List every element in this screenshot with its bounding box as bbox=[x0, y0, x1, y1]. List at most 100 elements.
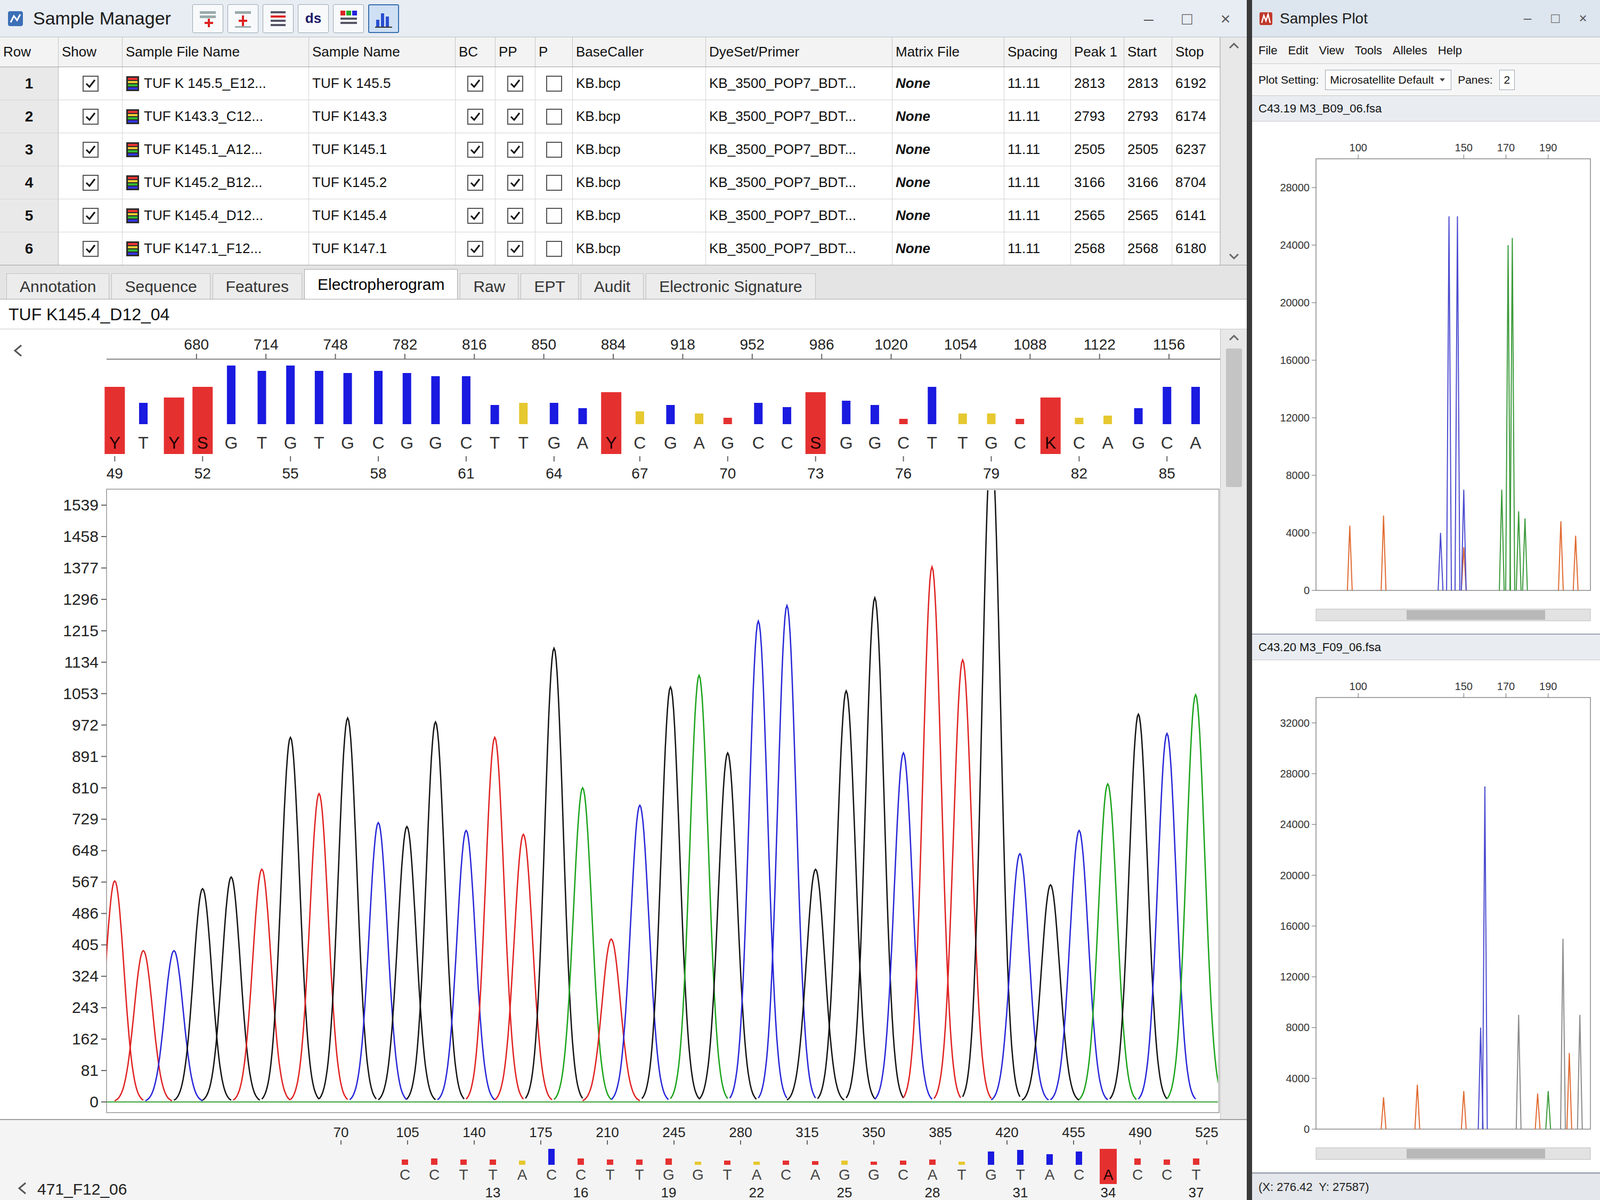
scroll-up-icon[interactable] bbox=[1227, 41, 1241, 51]
table-row[interactable]: 2TUF K143.3_C12...TUF K143.3KB.bcpKB_350… bbox=[0, 100, 1221, 134]
column-header[interactable]: Row bbox=[0, 37, 59, 67]
allele-peak bbox=[1558, 521, 1564, 591]
tab[interactable]: Electropherogram bbox=[304, 269, 458, 299]
window-control[interactable]: × bbox=[1210, 5, 1241, 32]
chart-scrollbar[interactable] bbox=[1220, 329, 1247, 1119]
checkbox[interactable] bbox=[507, 75, 524, 92]
plot-scrollbar[interactable] bbox=[1316, 1147, 1591, 1160]
checkbox[interactable] bbox=[467, 141, 484, 158]
rfu-tick: 16000 bbox=[1279, 354, 1310, 367]
window-control[interactable]: □ bbox=[1544, 7, 1566, 29]
table-row[interactable]: 3TUF K145.1_A12...TUF K145.1KB.bcpKB_350… bbox=[0, 133, 1221, 167]
table-row[interactable]: 4TUF K145.2_B12...TUF K145.2KB.bcpKB_350… bbox=[0, 166, 1221, 200]
tab[interactable]: Sequence bbox=[111, 273, 210, 299]
toolbar-button[interactable] bbox=[262, 4, 294, 34]
checkbox[interactable] bbox=[467, 108, 484, 125]
allele-peak bbox=[1347, 525, 1353, 591]
column-header[interactable]: Stop bbox=[1172, 37, 1221, 67]
scroll-up-icon[interactable] bbox=[1227, 333, 1241, 343]
toolbar-button[interactable] bbox=[227, 4, 259, 34]
plot-chart[interactable]: 1001501701902800024000200001600012000800… bbox=[1252, 121, 1600, 634]
tab[interactable]: Audit bbox=[580, 273, 644, 299]
menu-item[interactable]: Alleles bbox=[1392, 41, 1428, 60]
column-header[interactable]: PP bbox=[495, 37, 536, 67]
toolbar-button[interactable]: ds bbox=[297, 4, 329, 34]
table-scrollbar[interactable] bbox=[1220, 37, 1247, 265]
table-row[interactable]: 1TUF K 145.5_E12...TUF K 145.5KB.bcpKB_3… bbox=[0, 67, 1221, 101]
checkbox[interactable] bbox=[82, 207, 99, 224]
checkbox[interactable] bbox=[546, 207, 563, 224]
quality-bar bbox=[927, 386, 937, 425]
checkbox[interactable] bbox=[507, 240, 524, 257]
column-header[interactable]: Peak 1 bbox=[1070, 37, 1125, 67]
scan-tick: 850 bbox=[531, 336, 557, 353]
checkbox[interactable] bbox=[467, 207, 484, 224]
scroll-thumb[interactable] bbox=[1406, 1148, 1546, 1159]
checkbox[interactable] bbox=[467, 240, 484, 257]
tab[interactable]: Electronic Signature bbox=[645, 273, 816, 299]
tab[interactable]: Features bbox=[212, 273, 303, 299]
window-control[interactable]: – bbox=[1516, 7, 1539, 29]
scroll-thumb[interactable] bbox=[1406, 610, 1546, 620]
column-header[interactable]: Sample File Name bbox=[122, 37, 310, 67]
checkbox[interactable] bbox=[467, 75, 484, 92]
toolbar-button[interactable] bbox=[368, 4, 400, 34]
checkbox[interactable] bbox=[82, 141, 99, 158]
checkbox[interactable] bbox=[507, 141, 524, 158]
menu-item[interactable]: File bbox=[1258, 41, 1278, 60]
checkbox[interactable] bbox=[546, 141, 563, 158]
checkbox[interactable] bbox=[507, 174, 524, 191]
column-header[interactable]: P bbox=[535, 37, 573, 67]
window-control[interactable]: – bbox=[1133, 5, 1164, 32]
plot-scrollbar[interactable] bbox=[1316, 608, 1591, 621]
column-header[interactable]: BaseCaller bbox=[572, 37, 706, 67]
row-number[interactable]: 1 bbox=[0, 67, 59, 100]
window-control[interactable]: □ bbox=[1172, 5, 1202, 32]
toolbar-button[interactable] bbox=[192, 4, 224, 34]
checkbox[interactable] bbox=[546, 108, 563, 125]
tab[interactable]: Raw bbox=[459, 273, 519, 299]
row-number[interactable]: 3 bbox=[0, 133, 59, 166]
toolbar-button[interactable] bbox=[333, 4, 364, 34]
checkbox[interactable] bbox=[82, 75, 99, 92]
menu-item[interactable]: Help bbox=[1438, 41, 1463, 60]
scroll-left-icon[interactable] bbox=[19, 1182, 26, 1194]
column-header[interactable]: Show bbox=[58, 37, 123, 67]
scroll-left-icon[interactable] bbox=[14, 345, 22, 356]
checkbox[interactable] bbox=[546, 174, 563, 191]
checkbox[interactable] bbox=[546, 240, 563, 257]
column-header[interactable]: DyeSet/Primer bbox=[705, 37, 893, 67]
column-header[interactable]: Start bbox=[1124, 37, 1173, 67]
row-number[interactable]: 5 bbox=[0, 199, 59, 232]
plot-setting-dropdown[interactable]: Microsatellite Default bbox=[1325, 69, 1452, 91]
lower-trace-chart[interactable]: 471_F12_06701051401752102452803153503854… bbox=[0, 1119, 1247, 1200]
checkbox[interactable] bbox=[546, 75, 563, 92]
checkbox[interactable] bbox=[82, 174, 99, 191]
panes-field[interactable]: 2 bbox=[1499, 69, 1516, 91]
plot-chart[interactable]: 1001501701903200028000240002000016000120… bbox=[1252, 660, 1600, 1173]
menu-item[interactable]: View bbox=[1318, 41, 1344, 60]
checkbox[interactable] bbox=[507, 108, 524, 125]
column-header[interactable]: Matrix File bbox=[892, 37, 1005, 67]
table-row[interactable]: 6TUF K147.1_F12...TUF K147.1KB.bcpKB_350… bbox=[0, 232, 1221, 265]
menu-item[interactable]: Tools bbox=[1354, 41, 1383, 60]
tab[interactable]: EPT bbox=[520, 273, 579, 299]
scroll-down-icon[interactable] bbox=[1227, 252, 1241, 261]
row-number[interactable]: 6 bbox=[0, 232, 59, 265]
scroll-thumb[interactable] bbox=[1225, 348, 1242, 487]
column-header[interactable]: Spacing bbox=[1004, 37, 1071, 67]
row-number[interactable]: 2 bbox=[0, 100, 59, 133]
menu-item[interactable]: Edit bbox=[1287, 41, 1309, 60]
row-number[interactable]: 4 bbox=[0, 166, 59, 199]
electropherogram-chart[interactable]: 6807147487828168508849189529861020105410… bbox=[0, 329, 1221, 1119]
checkbox[interactable] bbox=[507, 207, 524, 224]
column-header[interactable]: BC bbox=[455, 37, 496, 67]
quality-bar bbox=[110, 386, 119, 425]
tab[interactable]: Annotation bbox=[6, 273, 110, 299]
window-control[interactable]: × bbox=[1572, 7, 1594, 29]
table-row[interactable]: 5TUF K145.4_D12...TUF K145.4KB.bcpKB_350… bbox=[0, 199, 1221, 233]
checkbox[interactable] bbox=[82, 108, 99, 125]
column-header[interactable]: Sample Name bbox=[309, 37, 456, 67]
checkbox[interactable] bbox=[82, 240, 99, 257]
checkbox[interactable] bbox=[467, 174, 484, 191]
